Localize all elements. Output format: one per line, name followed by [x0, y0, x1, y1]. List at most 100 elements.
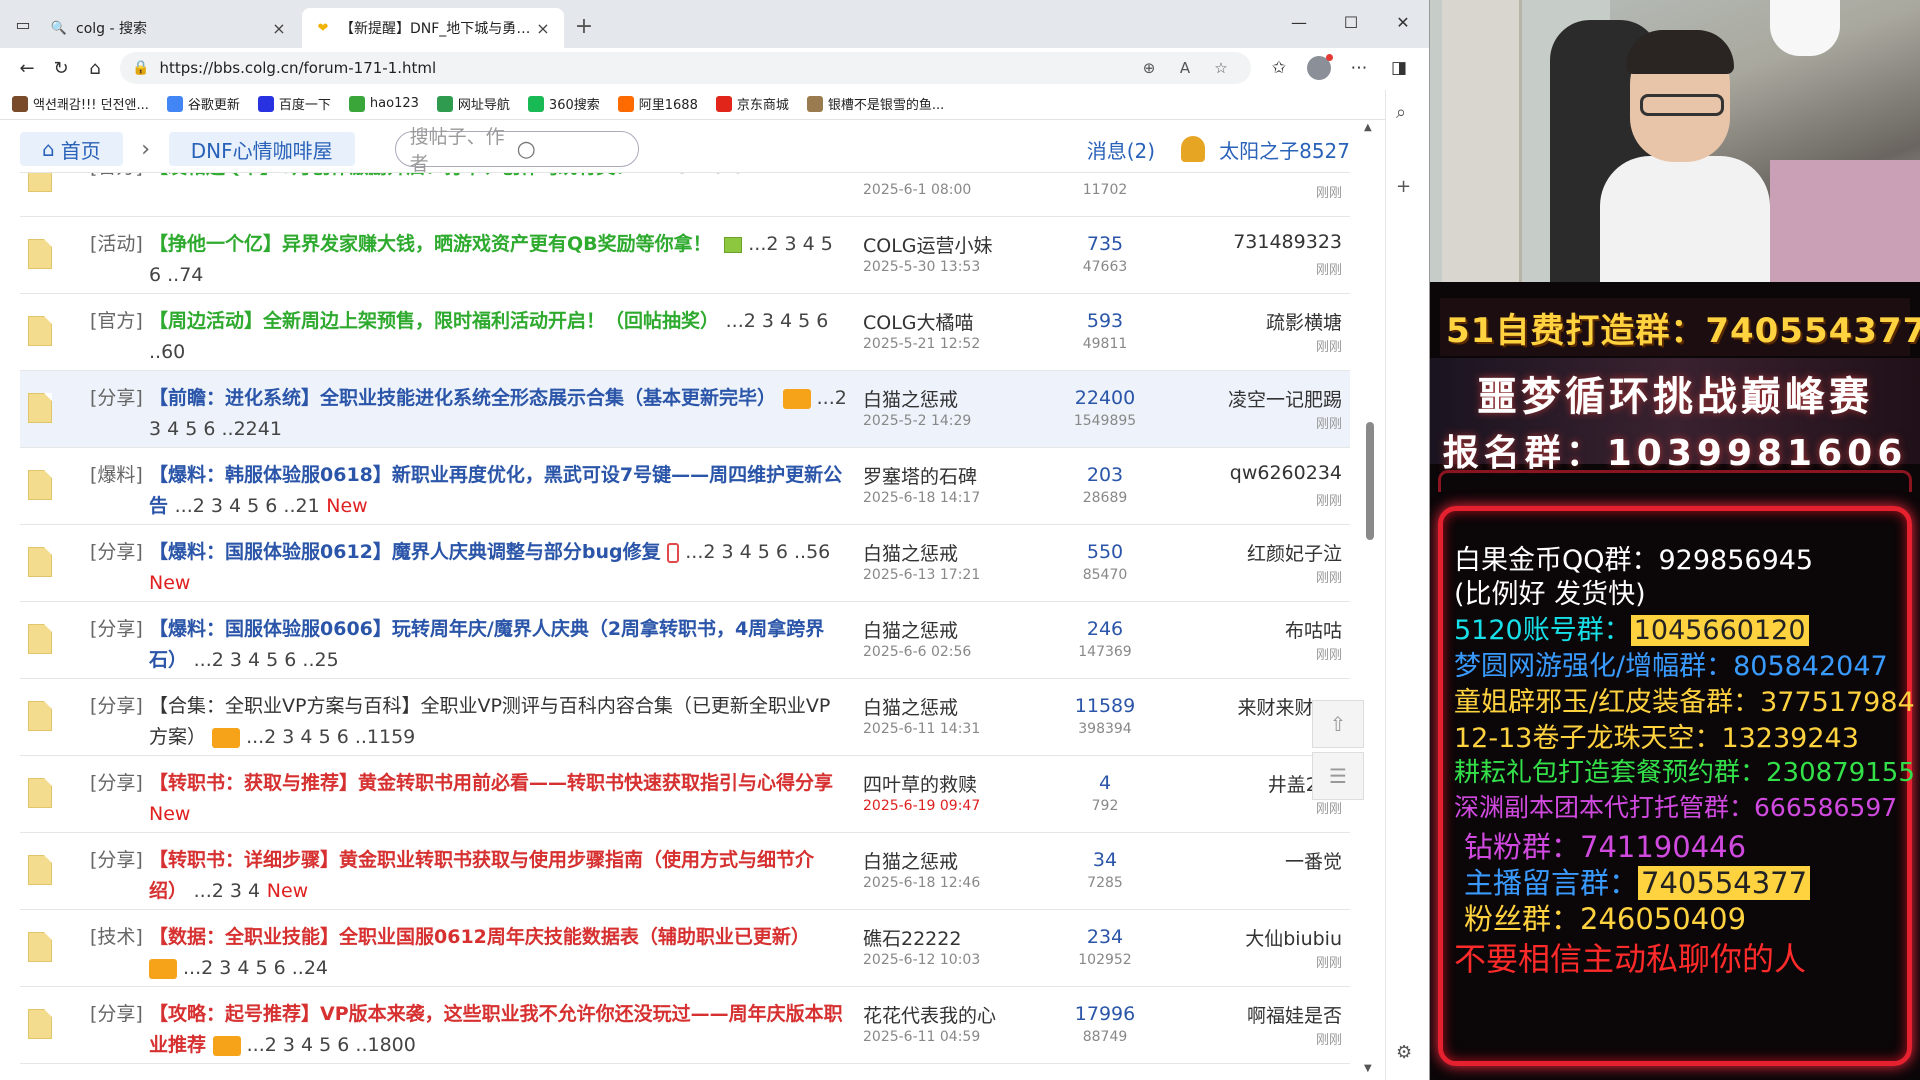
thread-row[interactable]: [分享] 【攻略：起号推荐】VP版本来袭，这些职业我不允许你还没玩过——周年庆版本… — [20, 987, 1350, 1064]
last-poster[interactable]: 啊福娃是否 — [1247, 1001, 1342, 1028]
tab-colg-search[interactable]: 🔍 colg - 搜索 × — [38, 8, 300, 48]
thread-title[interactable]: 【挣他一个亿】异界发家赚大钱，晒游戏资产更有QB奖励等你拿！ — [149, 233, 712, 255]
last-poster[interactable]: 731489323 — [1233, 231, 1342, 253]
bookmark-item[interactable]: 银槽不是银雪的鱼... — [806, 94, 944, 113]
bookmark-item[interactable]: 百度一下 — [257, 94, 331, 113]
search-input[interactable]: 搜帖子、作者 ○ — [394, 126, 639, 175]
thread-title[interactable]: 【数据：全职业技能】全职业国服0612周年庆技能数据表（辅助职业已更新） — [149, 926, 810, 948]
thread-author[interactable]: 白猫之惩戒 — [863, 539, 958, 566]
thread-category[interactable]: [官方] — [90, 173, 143, 179]
thread-author[interactable]: 花花代表我的心 — [863, 1001, 996, 1028]
thread-category[interactable]: [爆料] — [90, 460, 143, 487]
thread-category[interactable]: [分享] — [90, 614, 143, 641]
sidebar-toggle-icon[interactable]: ◨ — [1379, 51, 1419, 85]
thread-title[interactable]: 【爆料：国服体验服0612】魔界人庆典调整与部分bug修复 — [149, 541, 661, 563]
bookmark-item[interactable]: hao123 — [348, 95, 419, 112]
thread-row[interactable]: [分享] 【转职书：获取与推荐】黄金转职书用前必看——转职书快速获取指引与心得分享… — [20, 756, 1350, 833]
bookmark-item[interactable]: 京东商城 — [715, 94, 789, 113]
thread-author[interactable]: COLG大橘喵 — [863, 308, 974, 335]
back-to-top-icon[interactable]: ⇧ — [1312, 700, 1364, 748]
list-icon[interactable]: ☰ — [1312, 752, 1364, 800]
more-icon[interactable]: ⋯ — [1339, 51, 1379, 85]
close-tab-icon[interactable]: × — [534, 19, 552, 38]
refresh-icon[interactable]: ↻ — [44, 51, 78, 85]
tab-actions-icon[interactable]: ▭ — [8, 9, 38, 39]
thread-pages[interactable]: ...2 3 4 5 6 ..1800 — [247, 1034, 416, 1056]
messages-link[interactable]: 消息(2) — [1087, 135, 1155, 164]
last-poster[interactable]: 布咕咕 — [1285, 616, 1342, 643]
thread-row[interactable]: [分享] 【爆料：国服体验服0612】魔界人庆典调整与部分bug修复 ...2 3… — [20, 525, 1350, 602]
profile-button[interactable] — [1299, 51, 1339, 85]
last-poster[interactable]: 一番觉 — [1285, 847, 1342, 874]
thread-pages[interactable]: ...2 3 4 5 6 ..1159 — [246, 726, 415, 748]
bookmark-item[interactable]: 阿里1688 — [617, 94, 698, 113]
bookmark-item[interactable]: 360搜索 — [527, 94, 600, 113]
thread-pages[interactable]: ...2 3 4 5 6 ..24 — [183, 957, 328, 979]
thread-row[interactable]: [官方] 【发帖送Q币】6月创作激励开启！打卡、创作均统有奖！ ...2 3 4 … — [20, 173, 1350, 217]
scroll-up-icon[interactable]: ▲ — [1364, 122, 1372, 133]
thread-row[interactable]: [活动] 【挣他一个亿】异界发家赚大钱，晒游戏资产更有QB奖励等你拿！ ...2 … — [20, 217, 1350, 294]
thread-author[interactable]: 白猫之惩戒 — [863, 847, 958, 874]
thread-row[interactable]: [分享] 【前瞻：进化系统】全职业技能进化系统全形态展示合集（基本更新完毕） ..… — [20, 371, 1350, 448]
last-poster[interactable]: qw6260234 — [1230, 462, 1342, 484]
thread-author[interactable]: 礁石22222 — [863, 924, 961, 951]
thread-title[interactable]: 【前瞻：进化系统】全职业技能进化系统全形态展示合集（基本更新完毕） — [149, 387, 776, 409]
zoom-icon[interactable]: ⊕ — [1131, 59, 1167, 77]
settings-icon[interactable]: ⚙ — [1396, 1042, 1412, 1063]
thread-row[interactable]: [分享] 【爆料：国服体验服0606】玩转周年庆/魔界人庆典（2周拿转职书，4周拿… — [20, 602, 1350, 679]
thread-category[interactable]: [分享] — [90, 691, 143, 718]
thread-author[interactable]: 白猫之惩戒 — [863, 693, 958, 720]
favorite-star-icon[interactable]: ☆ — [1203, 59, 1239, 77]
thread-author[interactable]: 白猫之惩戒 — [863, 385, 958, 412]
minimize-icon[interactable]: — — [1273, 0, 1325, 44]
close-tab-icon[interactable]: × — [270, 19, 288, 38]
thread-category[interactable]: [官方] — [90, 306, 143, 333]
url-text[interactable]: https://bbs.colg.cn/forum-171-1.html — [159, 59, 1131, 77]
read-aloud-icon[interactable]: A — [1167, 59, 1203, 77]
thread-author[interactable]: 四叶草的救赎 — [863, 770, 977, 797]
bookmark-item[interactable]: 액션쾌감!!! 던전앤... — [12, 94, 149, 113]
search-icon[interactable]: ○ — [517, 137, 624, 162]
thread-row[interactable]: [分享] 【合集：全职业VP方案与百科】全职业VP测评与百科内容合集（已更新全职业… — [20, 679, 1350, 756]
thread-category[interactable]: [分享] — [90, 537, 143, 564]
thread-title[interactable]: 【发帖送Q币】6月创作激励开启！打卡、创作均统有奖！ — [149, 173, 634, 178]
tab-colg-forum[interactable]: ❤ 【新提醒】DNF_地下城与勇士_心 × — [302, 8, 564, 48]
scrollbar-thumb[interactable] — [1366, 422, 1374, 540]
thread-author[interactable]: 罗塞塔的石碑 — [863, 462, 977, 489]
thread-row[interactable]: [官方] 【周边活动】全新周边上架预售，限时福利活动开启！（回帖抽奖） ...2 … — [20, 294, 1350, 371]
address-bar[interactable]: 🔒 https://bbs.colg.cn/forum-171-1.html ⊕… — [120, 52, 1251, 84]
last-poster[interactable]: 凌空一记肥踢 — [1228, 385, 1342, 412]
maximize-icon[interactable]: ☐ — [1325, 0, 1377, 44]
scroll-down-icon[interactable]: ▼ — [1364, 1063, 1372, 1074]
thread-category[interactable]: [技术] — [90, 922, 143, 949]
scrollbar[interactable]: ▲ ▼ — [1360, 120, 1378, 1080]
new-tab-button[interactable]: + — [566, 8, 602, 44]
home-link[interactable]: ⌂ 首页 — [20, 132, 123, 166]
thread-pages[interactable]: ...2 3 4 — [194, 880, 260, 902]
bookmark-item[interactable]: 网址导航 — [436, 94, 510, 113]
favorites-icon[interactable]: ✩ — [1259, 51, 1299, 85]
last-poster[interactable]: 大仙biubiu — [1245, 924, 1342, 951]
thread-author[interactable]: 白猫之惩戒 — [863, 616, 958, 643]
search-icon[interactable]: ⌕ — [1396, 102, 1406, 123]
thread-pages[interactable]: ...2 3 4 5 6 — [641, 173, 744, 178]
last-poster[interactable]: 红颜妃子泣 — [1247, 539, 1342, 566]
last-poster[interactable]: 疏影横塘 — [1266, 308, 1342, 335]
add-icon[interactable]: + — [1396, 176, 1411, 197]
close-window-icon[interactable]: ✕ — [1377, 0, 1429, 44]
section-link[interactable]: DNF心情咖啡屋 — [168, 132, 355, 166]
thread-category[interactable]: [活动] — [90, 229, 143, 256]
home-icon[interactable]: ⌂ — [78, 51, 112, 85]
thread-row[interactable]: [分享] 【转职书：详细步骤】黄金职业转职书获取与使用步骤指南（使用方式与细节介绍… — [20, 833, 1350, 910]
back-icon[interactable]: ← — [10, 51, 44, 85]
thread-category[interactable]: [分享] — [90, 768, 143, 795]
thread-category[interactable]: [分享] — [90, 845, 143, 872]
thread-category[interactable]: [分享] — [90, 383, 143, 410]
thread-pages[interactable]: ...2 3 4 5 6 ..56 — [685, 541, 830, 563]
thread-pages[interactable]: ...2 3 4 5 6 ..21 — [175, 495, 320, 517]
thread-title[interactable]: 【转职书：获取与推荐】黄金转职书用前必看——转职书快速获取指引与心得分享 — [149, 772, 833, 794]
user-link[interactable]: 太阳之子8527 — [1181, 135, 1350, 164]
thread-row[interactable]: [技术] 【数据：全职业技能】全职业国服0612周年庆技能数据表（辅助职业已更新）… — [20, 910, 1350, 987]
bookmark-item[interactable]: 谷歌更新 — [166, 94, 240, 113]
thread-author[interactable]: COLG运营小妹 — [863, 231, 993, 258]
